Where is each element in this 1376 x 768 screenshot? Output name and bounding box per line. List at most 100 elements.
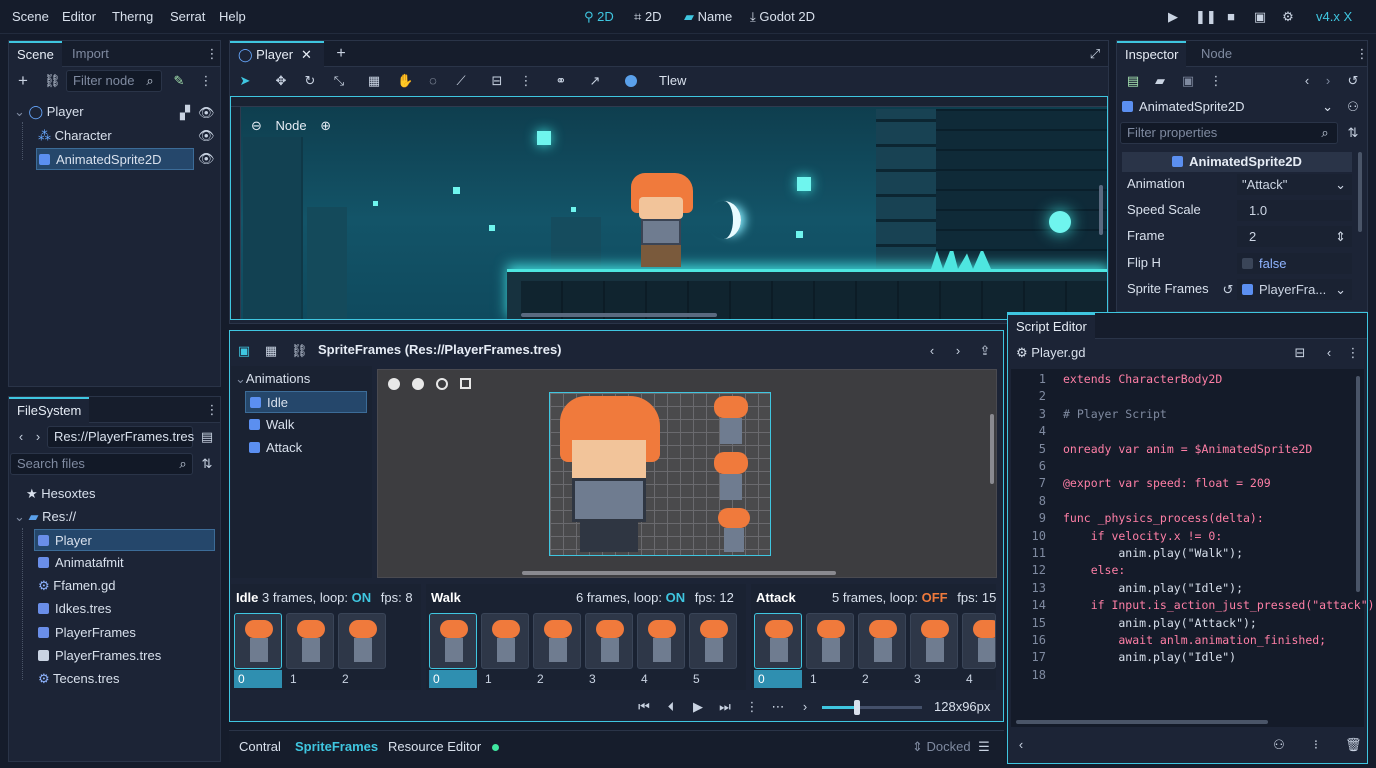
chevron-right-icon[interactable]: ›: [1321, 74, 1335, 88]
code-h-scrollbar[interactable]: [1016, 720, 1268, 724]
search-files-input[interactable]: Search files: [10, 453, 193, 475]
fs-item-playerframes-tres[interactable]: PlayerFrames.tres: [38, 645, 161, 667]
frame-thumbnail[interactable]: [429, 613, 477, 669]
copy-icon[interactable]: [460, 378, 471, 389]
close-circle-icon[interactable]: [412, 378, 424, 390]
select-tool-icon[interactable]: ➤: [238, 74, 252, 88]
tab-resource-editor[interactable]: Resource Editor: [388, 736, 481, 758]
sort-icon[interactable]: ⇅: [1346, 126, 1360, 140]
script-icon[interactable]: ✎: [172, 74, 186, 88]
strip-fps[interactable]: 15: [982, 590, 996, 605]
preview-v-scrollbar[interactable]: [990, 414, 994, 484]
pivot-icon[interactable]: ◌: [426, 74, 440, 88]
kebab-icon[interactable]: ⋮: [745, 700, 759, 714]
lock-icon[interactable]: ⊟: [490, 74, 504, 88]
chevron-right-icon[interactable]: ›: [798, 700, 812, 714]
frame-thumbnail[interactable]: [962, 613, 996, 669]
player-character[interactable]: [627, 173, 703, 269]
animation-item-idle[interactable]: Idle: [245, 391, 367, 413]
frame-thumbnail[interactable]: [754, 613, 802, 669]
tree-icon[interactable]: ⚇: [1346, 100, 1360, 114]
zoom-in-icon[interactable]: ⊕: [320, 118, 331, 133]
scale-tool-icon[interactable]: ⤡: [332, 74, 346, 88]
forward-icon[interactable]: ›: [31, 430, 45, 444]
v-scrollbar[interactable]: [1099, 185, 1103, 235]
path-input[interactable]: Res://PlayerFrames.tres: [47, 426, 194, 448]
movie-icon[interactable]: ▣: [1253, 10, 1267, 24]
open-folder-icon[interactable]: ▰: [1153, 74, 1167, 88]
fullscreen-icon[interactable]: ⤢: [1088, 47, 1102, 61]
remove-icon[interactable]: [388, 378, 400, 390]
menu-serrat[interactable]: Serrat: [170, 6, 205, 28]
script-attached-icon[interactable]: ▞: [178, 106, 192, 120]
chart-icon[interactable]: ↗: [588, 74, 602, 88]
animation-item-attack[interactable]: Attack: [249, 437, 302, 459]
docked-label[interactable]: ⇕ Docked: [912, 736, 971, 758]
version-label[interactable]: v4.x X: [1316, 6, 1352, 28]
add-tab-icon[interactable]: +: [334, 46, 348, 62]
loop-on-badge[interactable]: ON: [352, 590, 372, 605]
updown-icon[interactable]: ⇕: [1335, 226, 1346, 247]
move-tool-icon[interactable]: ✥: [274, 74, 288, 88]
tab-script-editor[interactable]: Script Editor: [1008, 313, 1095, 339]
crop-2d-button[interactable]: ⌗ 2D: [634, 6, 662, 28]
tab-node[interactable]: Node: [1193, 41, 1240, 67]
frame-thumbnail[interactable]: [910, 613, 958, 669]
h-scrollbar[interactable]: [521, 313, 717, 317]
reset-icon[interactable]: ↺: [1221, 283, 1235, 297]
kebab-icon[interactable]: ⋮: [199, 74, 213, 88]
ruler-icon[interactable]: ▦: [367, 74, 381, 88]
tree-item-character[interactable]: ⁂ Character: [38, 125, 112, 147]
prop-fliph-checkbox[interactable]: false: [1237, 253, 1352, 274]
strip-fps[interactable]: 12: [719, 590, 733, 605]
frame-thumbnail[interactable]: [806, 613, 854, 669]
frame-thumbnail[interactable]: [689, 613, 737, 669]
fs-item-favorites[interactable]: ★ Hesoxtes: [26, 483, 95, 505]
export-icon[interactable]: ⇪: [978, 344, 992, 358]
kebab-icon[interactable]: ⋮: [205, 47, 219, 61]
engine-button[interactable]: ⤓ Godot 2D: [750, 6, 815, 28]
image-icon[interactable]: ▣: [237, 344, 251, 358]
play-icon[interactable]: ▶: [691, 700, 705, 714]
animation-item-walk[interactable]: Walk: [249, 414, 294, 436]
debug-icon[interactable]: ⁝: [1309, 738, 1323, 752]
eye-icon[interactable]: 👁: [198, 152, 215, 166]
more-icon[interactable]: ⋯: [771, 700, 785, 714]
chevron-left-icon[interactable]: ‹: [1322, 346, 1336, 360]
frame-thumbnail[interactable]: [481, 613, 529, 669]
step-back-icon[interactable]: ⏴: [664, 700, 678, 714]
loop-off-badge[interactable]: OFF: [922, 590, 948, 605]
tab-filesystem[interactable]: FileSystem: [9, 397, 90, 423]
tab-scene[interactable]: Scene: [9, 41, 62, 67]
speed-slider-knob[interactable]: [854, 700, 860, 715]
chevron-right-icon[interactable]: ›: [951, 344, 965, 358]
mode-2d-button[interactable]: ⚲ 2D: [584, 6, 614, 28]
prop-speed-input[interactable]: 1.0: [1237, 200, 1352, 221]
fs-item-tecens[interactable]: ⚙ Tecens.tres: [38, 668, 120, 690]
kebab-icon[interactable]: ⋮: [205, 403, 219, 417]
save-icon[interactable]: ▣: [1181, 74, 1195, 88]
frame-thumbnail[interactable]: [234, 613, 282, 669]
frame-thumbnail[interactable]: [286, 613, 334, 669]
fs-item-player[interactable]: Player: [34, 529, 215, 551]
bookmark-icon[interactable]: ⚇: [1272, 738, 1286, 752]
fs-item-playerframes[interactable]: PlayerFrames: [38, 622, 136, 644]
gear-icon[interactable]: ⚙: [1281, 10, 1295, 24]
sort-icon[interactable]: ⇅: [200, 457, 214, 471]
zoom-out-icon[interactable]: ⊖: [251, 118, 262, 133]
list-icon[interactable]: ☰: [977, 740, 991, 754]
fs-item-animat[interactable]: Animatafmit: [38, 552, 124, 574]
settings-icon[interactable]: [436, 378, 448, 390]
code-v-scrollbar[interactable]: [1356, 376, 1360, 592]
close-icon[interactable]: ✕: [301, 47, 312, 62]
prop-spriteframes-picker[interactable]: PlayerFra... ⌄: [1237, 279, 1352, 300]
tab-inspector[interactable]: Inspector: [1117, 41, 1187, 67]
kebab-icon[interactable]: ⋮: [1355, 47, 1369, 61]
inspector-scrollbar[interactable]: [1358, 152, 1362, 232]
animations-header[interactable]: ⌄Animations: [235, 368, 310, 390]
frame-thumbnail[interactable]: [338, 613, 386, 669]
frame-thumbnail[interactable]: [585, 613, 633, 669]
skip-end-icon[interactable]: ⏭: [718, 700, 732, 714]
link-icon[interactable]: ⛓: [291, 344, 308, 358]
tab-spriteframes[interactable]: SpriteFrames: [295, 736, 378, 758]
